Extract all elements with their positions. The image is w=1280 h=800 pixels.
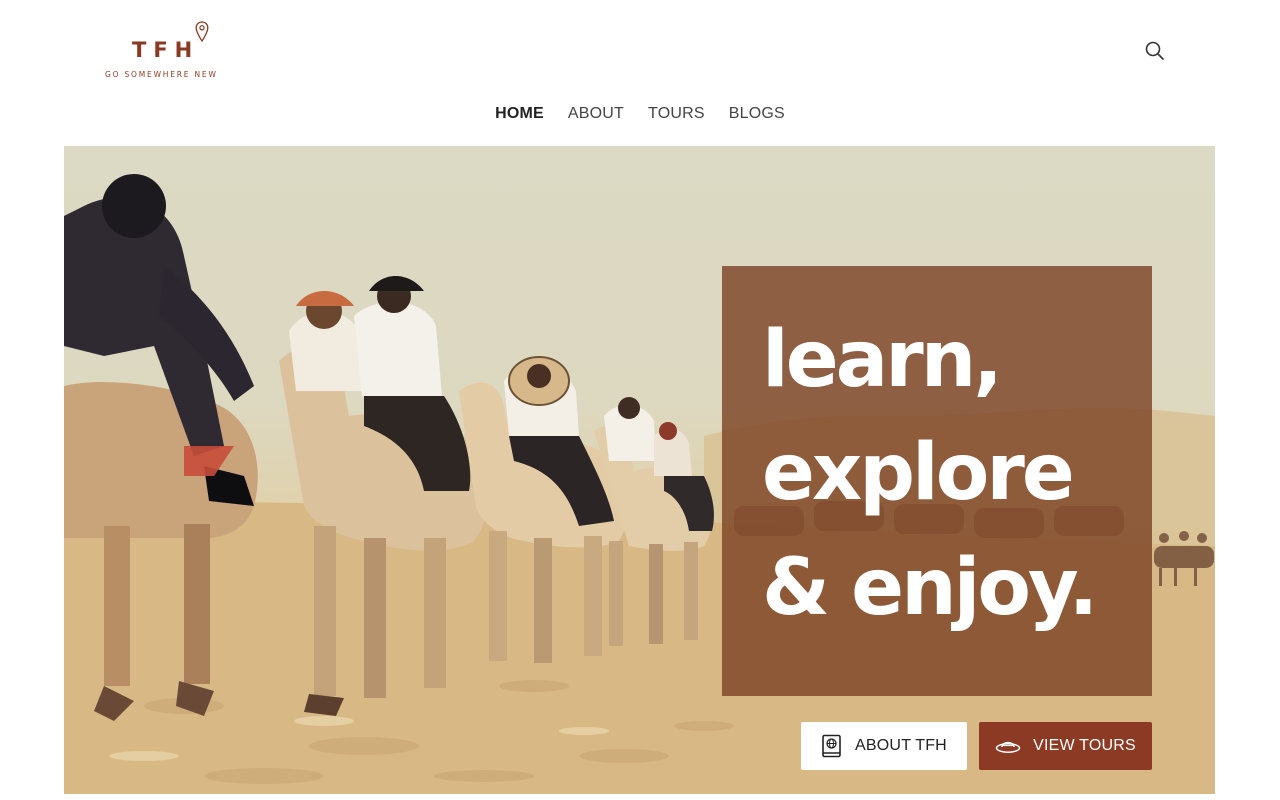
main-nav: HOME ABOUT TOURS BLOGS xyxy=(0,100,1280,130)
view-tours-label: VIEW TOURS xyxy=(1033,737,1136,754)
hero-banner: learn, explore & enjoy. ABOUT TFH VIEW T… xyxy=(64,146,1215,794)
nav-tours[interactable]: TOURS xyxy=(648,100,705,130)
about-tfh-button[interactable]: ABOUT TFH xyxy=(801,722,967,770)
logo-tagline: GO SOMEWHERE NEW xyxy=(105,70,218,79)
logo-text: TFH xyxy=(132,38,200,62)
nav-blogs[interactable]: BLOGS xyxy=(729,100,785,130)
search-button[interactable] xyxy=(1142,38,1168,64)
headline-overlay: learn, explore & enjoy. xyxy=(722,266,1152,696)
site-logo[interactable]: TFH GO SOMEWHERE NEW xyxy=(100,18,232,84)
about-tfh-label: ABOUT TFH xyxy=(855,737,947,754)
search-icon xyxy=(1145,41,1164,60)
nav-home[interactable]: HOME xyxy=(495,100,544,130)
hat-icon xyxy=(995,737,1021,755)
nav-about[interactable]: ABOUT xyxy=(568,100,624,130)
site-header: TFH GO SOMEWHERE NEW HOME ABOUT TOURS BL… xyxy=(0,0,1280,146)
view-tours-button[interactable]: VIEW TOURS xyxy=(979,722,1152,770)
headline-line-2: explore xyxy=(762,428,1075,518)
location-pin-icon xyxy=(195,21,209,43)
headline-line-3: & enjoy. xyxy=(762,543,1098,633)
passport-book-icon xyxy=(821,734,843,758)
headline-line-1: learn, xyxy=(762,315,1003,405)
